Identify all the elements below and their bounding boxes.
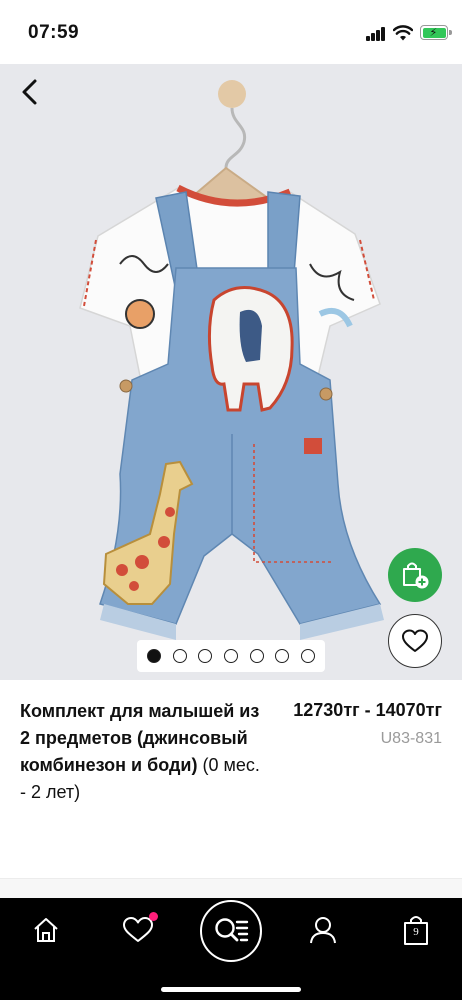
tab-account[interactable] xyxy=(295,910,351,950)
pager-dot[interactable] xyxy=(198,649,213,663)
pager-dot[interactable] xyxy=(147,649,161,663)
add-to-wishlist-button[interactable] xyxy=(388,614,442,668)
pager-dot[interactable] xyxy=(249,649,264,663)
heart-icon xyxy=(123,917,153,942)
image-pager xyxy=(137,640,325,672)
product-info: Комплект для малышей из 2 предметов (джи… xyxy=(0,680,462,880)
status-time: 07:59 xyxy=(28,22,80,43)
status-bar: 07:59 ⚡ xyxy=(0,0,462,64)
pager-dot[interactable] xyxy=(300,649,315,663)
bottom-tab-bar: 9 xyxy=(0,898,462,1000)
wifi-icon xyxy=(393,25,413,41)
section-divider xyxy=(0,878,462,898)
pager-dot[interactable] xyxy=(275,649,290,663)
tab-wishlist[interactable] xyxy=(110,910,166,950)
wishlist-badge xyxy=(149,912,158,921)
product-gallery[interactable] xyxy=(0,64,462,680)
home-icon xyxy=(34,918,58,942)
battery-charging-icon: ⚡ xyxy=(420,25,452,40)
search-list-icon xyxy=(215,918,249,942)
user-icon xyxy=(310,917,336,944)
tab-search[interactable] xyxy=(200,900,262,962)
pager-dot[interactable] xyxy=(223,649,238,663)
add-to-cart-button[interactable] xyxy=(388,548,442,602)
bag-count: 9 xyxy=(413,926,419,938)
pager-dot[interactable] xyxy=(172,649,187,663)
product-sku: U83-831 xyxy=(380,730,442,747)
cellular-signal-icon xyxy=(366,27,386,41)
tab-bag[interactable]: 9 xyxy=(388,910,444,950)
shopping-bag-add-icon xyxy=(403,562,429,589)
tab-home[interactable] xyxy=(18,910,74,950)
home-indicator xyxy=(161,987,301,992)
product-title: Комплект для малышей из 2 предметов (джи… xyxy=(20,698,260,806)
product-price: 12730тг - 14070тг xyxy=(293,700,442,720)
back-button[interactable] xyxy=(12,74,48,110)
chevron-left-icon xyxy=(22,79,37,105)
heart-outline-icon xyxy=(402,629,428,652)
